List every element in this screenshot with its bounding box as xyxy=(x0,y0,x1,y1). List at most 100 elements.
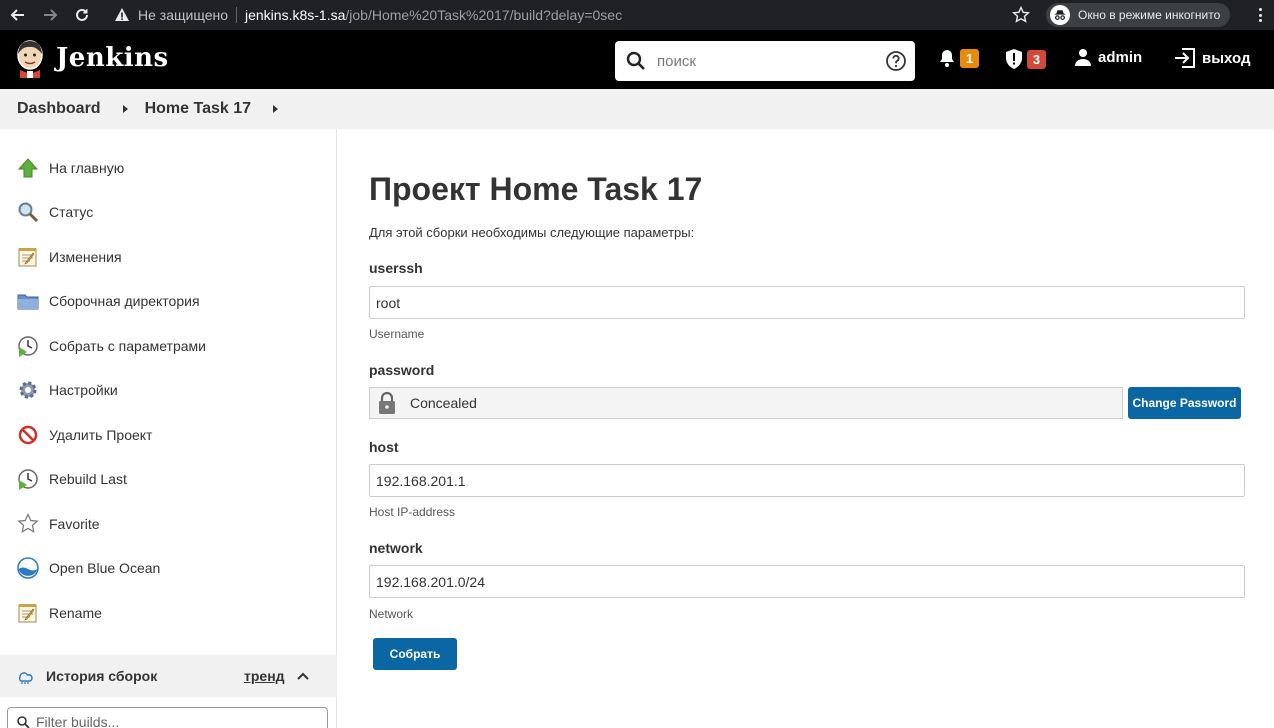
back-button[interactable] xyxy=(4,0,32,30)
back-arrow-icon xyxy=(10,9,24,21)
chevron-up-icon[interactable] xyxy=(296,669,310,683)
clock-play-icon xyxy=(16,334,40,358)
star-outline-icon xyxy=(16,512,40,536)
logout-label: выход xyxy=(1202,49,1251,67)
reload-button[interactable] xyxy=(68,0,96,30)
param-desc-host: Host IP-address xyxy=(369,505,456,519)
bell-icon xyxy=(940,50,954,67)
security-badge: 3 xyxy=(1027,49,1046,69)
notepad-icon xyxy=(16,245,40,269)
logout-button[interactable]: выход xyxy=(1174,48,1251,68)
param-desc-userssh: Username xyxy=(369,327,425,341)
url-host: jenkins.k8s-1.sa xyxy=(245,7,346,23)
sidebar-item-delete-project[interactable]: Удалить Проект xyxy=(16,422,152,448)
params-intro: Для этой сборки необходимы следующие пар… xyxy=(369,225,695,240)
address-bar[interactable]: Не защищено jenkins.k8s-1.sa/job/Home%20… xyxy=(104,2,1036,28)
trend-link[interactable]: тренд xyxy=(244,668,285,684)
up-arrow-icon xyxy=(16,156,40,180)
password-concealed-field: Concealed xyxy=(369,387,1123,419)
param-label-network: network xyxy=(369,540,423,556)
security-button[interactable]: 3 xyxy=(1005,48,1046,70)
breadcrumb-caret-icon[interactable] xyxy=(273,105,278,113)
sidebar-item-label: Rebuild Last xyxy=(49,471,127,487)
warning-icon xyxy=(115,8,129,21)
folder-icon xyxy=(16,289,40,313)
incognito-indicator[interactable]: Окно в режиме инкогнито xyxy=(1046,3,1231,27)
param-desc-network: Network xyxy=(369,607,414,621)
build-history-header: История сборок тренд xyxy=(0,655,337,697)
bookmark-star-icon[interactable] xyxy=(1012,6,1030,24)
magnifier-icon xyxy=(16,200,40,224)
param-label-password: password xyxy=(369,362,435,378)
shield-alert-icon xyxy=(1006,49,1022,69)
jenkins-butler-icon xyxy=(17,40,43,78)
filter-builds-input[interactable] xyxy=(36,714,316,728)
jenkins-brand: Jenkins xyxy=(56,43,169,73)
gear-icon xyxy=(16,378,40,402)
main-content: Проект Home Task 17 Для этой сборки необ… xyxy=(338,129,1274,728)
search-input[interactable] xyxy=(657,52,877,70)
username-label: admin xyxy=(1098,48,1143,66)
sidebar-item-label: Собрать с параметрами xyxy=(49,338,206,354)
sidebar-item-build-with-params[interactable]: Собрать с параметрами xyxy=(16,333,206,359)
sidebar-item-label: Изменения xyxy=(49,249,122,265)
sidebar-item-label: Favorite xyxy=(49,516,100,532)
weather-cloud-icon xyxy=(18,672,33,684)
jenkins-logo[interactable]: Jenkins xyxy=(14,38,169,78)
clock-play-icon xyxy=(16,467,40,491)
sidebar-item-settings[interactable]: Настройки xyxy=(16,377,118,403)
sidebar-item-favorite[interactable]: Favorite xyxy=(16,511,100,537)
forward-button[interactable] xyxy=(36,0,64,30)
sidebar-item-label: Настройки xyxy=(49,382,118,398)
sidebar-item-status[interactable]: Статус xyxy=(16,199,93,225)
user-icon xyxy=(1075,49,1091,66)
sidebar-item-label: Удалить Проект xyxy=(49,427,153,443)
breadcrumb-caret-icon[interactable] xyxy=(122,105,128,113)
logout-icon xyxy=(1175,48,1195,68)
sidebar-item-rebuild-last[interactable]: Rebuild Last xyxy=(16,466,127,492)
jenkins-header: Jenkins 1 3 admin выход xyxy=(0,30,1274,89)
build-button[interactable]: Собрать xyxy=(373,638,457,670)
notepad-icon xyxy=(16,601,40,625)
url-path: /job/Home%20Task%2017/build?delay=0sec xyxy=(345,7,623,23)
sidebar-item-label: Сборочная директория xyxy=(49,293,200,309)
breadcrumb-dashboard[interactable]: Dashboard xyxy=(17,100,101,118)
change-password-button[interactable]: Change Password xyxy=(1128,387,1241,419)
sidebar-item-workspace[interactable]: Сборочная директория xyxy=(16,288,200,314)
search-icon xyxy=(17,716,30,728)
forward-arrow-icon xyxy=(44,9,58,21)
incognito-label: Окно в режиме инкогнито xyxy=(1078,8,1221,22)
browser-toolbar: Не защищено jenkins.k8s-1.sa/job/Home%20… xyxy=(0,0,1274,30)
sidebar-item-rename[interactable]: Rename xyxy=(16,600,102,626)
filter-builds-box xyxy=(7,707,328,728)
search-box xyxy=(615,41,915,81)
browser-menu-icon[interactable] xyxy=(1252,6,1268,24)
host-input[interactable] xyxy=(369,464,1245,497)
password-concealed-text: Concealed xyxy=(410,395,477,411)
sidebar-item-label: Статус xyxy=(49,204,94,220)
not-secure-label: Не защищено xyxy=(138,7,228,23)
blue-ocean-icon xyxy=(16,556,40,580)
help-icon[interactable] xyxy=(885,50,907,72)
sidebar-item-home[interactable]: На главную xyxy=(16,155,124,181)
sidebar-item-label: Rename xyxy=(49,605,102,621)
page-title: Проект Home Task 17 xyxy=(369,171,703,207)
userssh-input[interactable] xyxy=(369,286,1245,319)
breadcrumb-job[interactable]: Home Task 17 xyxy=(145,100,251,118)
param-label-host: host xyxy=(369,439,399,455)
address-separator xyxy=(236,7,237,23)
user-menu[interactable]: admin xyxy=(1074,48,1142,66)
no-entry-icon xyxy=(16,423,40,447)
sidebar-item-changes[interactable]: Изменения xyxy=(16,244,122,270)
reload-icon xyxy=(76,8,88,21)
notifications-button[interactable]: 1 xyxy=(938,48,979,68)
network-input[interactable] xyxy=(369,565,1245,598)
notifications-badge: 1 xyxy=(960,48,979,68)
build-history-title: История сборок xyxy=(46,668,158,684)
sidebar-item-label: На главную xyxy=(49,160,125,176)
breadcrumb: Dashboard Home Task 17 xyxy=(0,89,1274,129)
sidebar-item-label: Open Blue Ocean xyxy=(49,560,161,576)
sidebar-item-blue-ocean[interactable]: Open Blue Ocean xyxy=(16,555,160,581)
lock-icon xyxy=(379,391,395,414)
incognito-icon xyxy=(1050,5,1070,25)
